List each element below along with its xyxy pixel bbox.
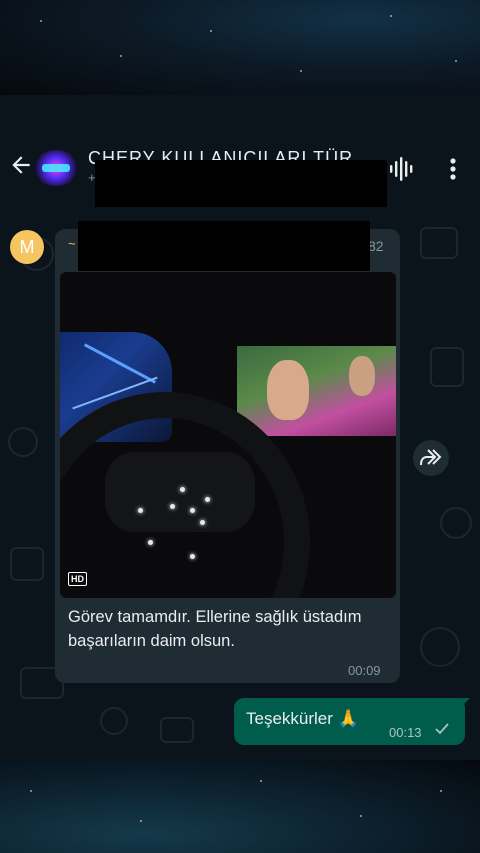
voice-chat-icon[interactable] [386, 154, 416, 184]
sender-number: 82 [368, 238, 384, 254]
outgoing-message-text: Teşekkürler 🙏 [246, 709, 359, 728]
infotainment-screen [237, 346, 396, 436]
status-bar-background [0, 0, 480, 95]
forward-icon [420, 449, 442, 466]
sender-name[interactable]: ~ [68, 236, 76, 251]
message-text: Görev tamamdır. Ellerine sağlık üstadım … [68, 608, 362, 650]
back-arrow-icon[interactable] [8, 152, 34, 178]
outgoing-message-time: 00:13 [389, 725, 422, 740]
redaction-bar [95, 160, 387, 208]
sender-avatar[interactable]: M [10, 230, 44, 264]
redaction-bar [78, 221, 370, 271]
message-time: 00:09 [348, 663, 381, 678]
navigation-bar-background [0, 760, 480, 853]
single-check-icon [435, 723, 449, 735]
hd-badge: HD [68, 572, 87, 586]
video-thumbnail[interactable]: HD [60, 272, 396, 598]
group-avatar[interactable] [34, 150, 78, 186]
more-vert-icon[interactable] [440, 154, 466, 184]
forward-button[interactable] [413, 440, 449, 476]
